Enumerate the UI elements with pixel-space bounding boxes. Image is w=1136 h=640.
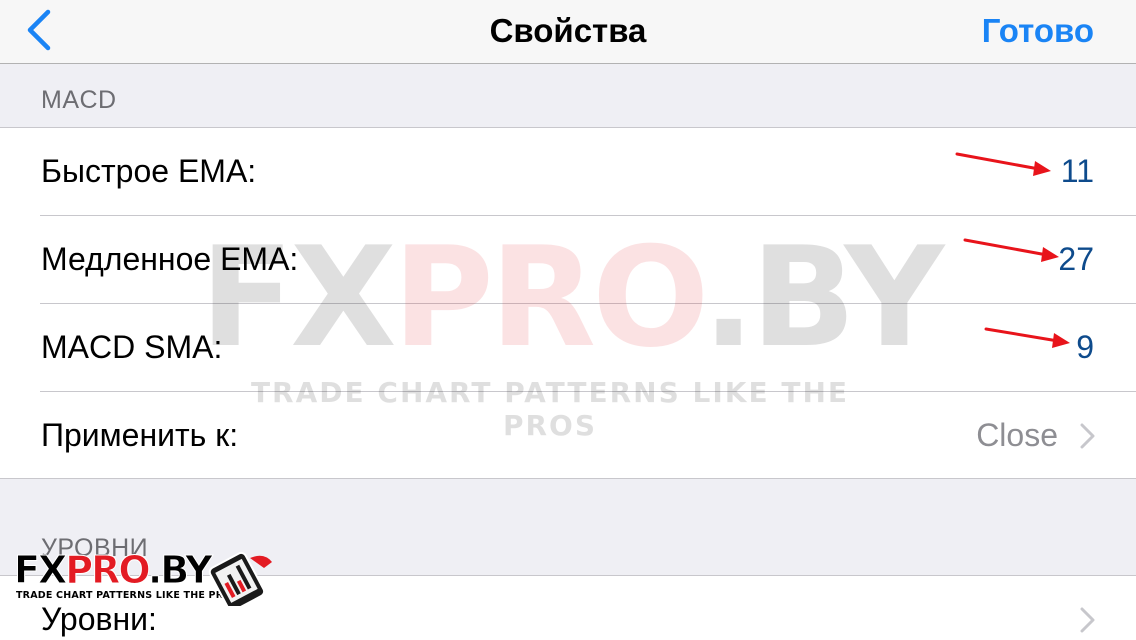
setting-label: Применить к:	[41, 417, 239, 453]
setting-value[interactable]: 27	[1058, 241, 1094, 278]
setting-row-levels[interactable]: Уровни:	[0, 576, 1136, 640]
chevron-right-icon	[1080, 423, 1096, 449]
settings-screen: Свойства Готово MACD Быстрое EMA: 11 Мед…	[0, 0, 1136, 640]
setting-label: Уровни:	[41, 601, 157, 637]
setting-value[interactable]: 11	[1061, 153, 1094, 190]
done-button[interactable]: Готово	[982, 12, 1094, 50]
setting-row-macd-sma[interactable]: MACD SMA: 9	[0, 304, 1136, 392]
setting-label: Медленное EMA:	[41, 241, 299, 277]
red-arrow-icon	[984, 325, 1074, 353]
setting-value[interactable]: 9	[1076, 329, 1094, 366]
levels-settings-group: Уровни:	[0, 575, 1136, 640]
setting-label: Быстрое EMA:	[41, 153, 257, 189]
setting-detail: Close	[976, 417, 1058, 453]
red-arrow-icon	[963, 236, 1063, 266]
section-header-macd: MACD	[41, 86, 117, 114]
red-arrow-icon	[955, 150, 1055, 180]
navigation-bar: Свойства Готово	[0, 0, 1136, 64]
page-title: Свойства	[489, 12, 647, 49]
setting-label: MACD SMA:	[41, 329, 223, 365]
chevron-right-icon	[1080, 607, 1096, 633]
section-header-levels: УРОВНИ	[41, 534, 149, 562]
setting-row-apply-to[interactable]: Применить к: Close	[0, 392, 1136, 480]
